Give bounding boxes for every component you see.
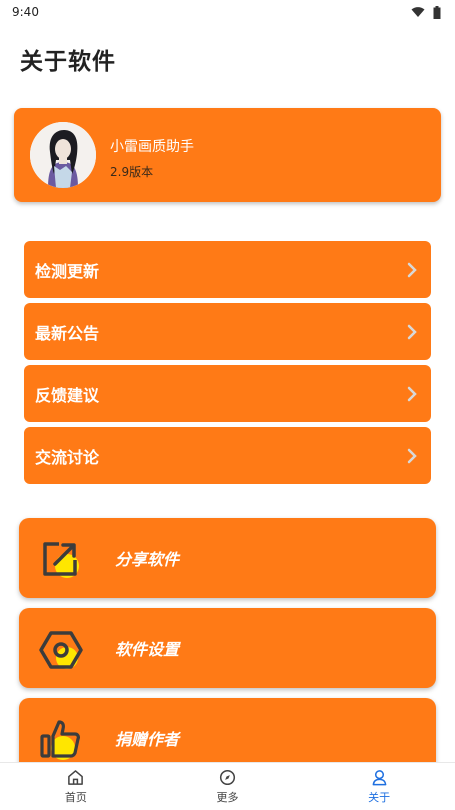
chevron-right-icon (407, 386, 417, 401)
chevron-right-icon (407, 324, 417, 339)
nav-more[interactable]: 更多 (172, 769, 282, 805)
avatar (30, 122, 96, 188)
menu-item-label: 最新公告 (35, 323, 100, 343)
menu-item-check-update[interactable]: 检测更新 (24, 241, 431, 298)
share-edit-icon (43, 542, 79, 578)
home-icon (68, 769, 84, 785)
menu-item-label: 反馈建议 (35, 385, 100, 405)
app-name: 小雷画质助手 (110, 139, 194, 155)
battery-icon (433, 5, 441, 19)
nav-home[interactable]: 首页 (21, 769, 131, 805)
compass-icon (219, 769, 236, 785)
thumbs-up-icon (40, 720, 80, 760)
wifi-icon (411, 7, 425, 17)
user-icon (372, 769, 387, 785)
menu-item-label: 检测更新 (35, 261, 100, 281)
donate-author-label: 捐赠作者 (115, 730, 180, 749)
bottom-nav: 首页 更多 关于 (0, 762, 455, 810)
status-icons (411, 5, 441, 19)
menu-item-announcement[interactable]: 最新公告 (24, 303, 431, 360)
nav-home-label: 首页 (64, 790, 87, 804)
page-title: 关于软件 (20, 49, 116, 75)
menu-item-label: 交流讨论 (35, 447, 100, 467)
app-version: 2.9版本 (110, 165, 154, 179)
chevron-right-icon (407, 448, 417, 463)
app-settings-button[interactable]: 软件设置 (19, 608, 436, 688)
menu-item-feedback[interactable]: 反馈建议 (24, 365, 431, 422)
nav-about[interactable]: 关于 (324, 769, 434, 805)
share-app-label: 分享软件 (115, 550, 180, 569)
nav-about-label: 关于 (368, 790, 391, 804)
hex-nut-settings-icon (39, 631, 83, 669)
nav-more-label: 更多 (216, 790, 239, 804)
share-app-button[interactable]: 分享软件 (19, 518, 436, 598)
chevron-right-icon (407, 262, 417, 277)
app-settings-label: 软件设置 (115, 640, 180, 659)
status-bar: 9:40 (0, 0, 455, 24)
status-time: 9:40 (12, 5, 39, 19)
menu-item-discussion[interactable]: 交流讨论 (24, 427, 431, 484)
profile-card[interactable]: 小雷画质助手 2.9版本 (14, 108, 441, 202)
